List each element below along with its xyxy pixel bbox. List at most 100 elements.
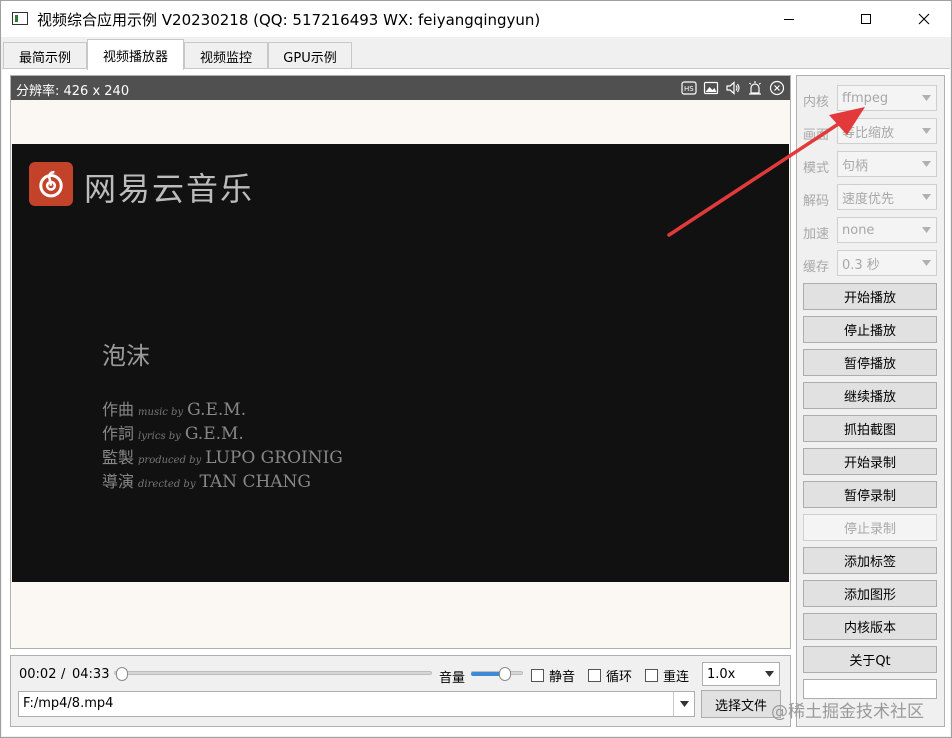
volume-slider-handle[interactable] bbox=[499, 667, 511, 681]
setting-label-cache: 缓存 bbox=[803, 260, 830, 275]
credit-line: 導演 directed by TAN CHANG bbox=[102, 468, 311, 492]
status-box bbox=[803, 679, 937, 699]
loop-checkbox[interactable]: 循环 bbox=[588, 666, 632, 685]
close-video-icon[interactable] bbox=[768, 79, 786, 97]
add-graphic-button[interactable]: 添加图形 bbox=[803, 580, 937, 607]
tab-bar: 最简示例 视频播放器 视频监控 GPU示例 bbox=[1, 38, 951, 70]
app-icon bbox=[12, 12, 28, 25]
maximize-button[interactable] bbox=[843, 1, 889, 37]
display-select[interactable]: 等比缩放 bbox=[837, 118, 937, 144]
accel-value: none bbox=[842, 222, 875, 238]
svg-text:HS: HS bbox=[684, 85, 694, 93]
credit-role: 導演 bbox=[102, 472, 135, 491]
chevron-down-icon bbox=[918, 251, 934, 275]
core-value: ffmpeg bbox=[842, 90, 889, 106]
cache-value: 0.3 秒 bbox=[842, 257, 880, 273]
chevron-down-icon bbox=[918, 218, 934, 242]
mode-value: 句柄 bbox=[842, 158, 869, 174]
pause-record-button[interactable]: 暂停录制 bbox=[803, 481, 937, 508]
mode-select[interactable]: 句柄 bbox=[837, 151, 937, 177]
credit-role: 監製 bbox=[102, 448, 135, 467]
credit-name: G.E.M. bbox=[187, 400, 247, 420]
start-record-button[interactable]: 开始录制 bbox=[803, 448, 937, 475]
close-window-button[interactable] bbox=[901, 1, 947, 37]
current-time: 00:02 bbox=[19, 667, 57, 682]
stop-play-button[interactable]: 停止播放 bbox=[803, 316, 937, 343]
credit-role: 作詞 bbox=[102, 424, 135, 443]
setting-label-core: 内核 bbox=[803, 95, 830, 110]
about-qt-button[interactable]: 关于Qt bbox=[803, 646, 937, 673]
credit-tag: lyrics by bbox=[138, 431, 181, 442]
chevron-down-icon bbox=[759, 663, 779, 685]
speed-value: 1.0x bbox=[707, 666, 736, 682]
tab-video-player[interactable]: 视频播放器 bbox=[87, 39, 184, 70]
progress-slider[interactable] bbox=[114, 664, 432, 684]
start-play-button[interactable]: 开始播放 bbox=[803, 283, 937, 310]
minimize-icon bbox=[784, 19, 794, 20]
cache-select[interactable]: 0.3 秒 bbox=[837, 250, 937, 276]
volume-slider[interactable] bbox=[471, 664, 523, 684]
display-value: 等比缩放 bbox=[842, 125, 895, 141]
setting-label-accel: 加速 bbox=[803, 227, 830, 242]
main-window: 视频综合应用示例 V20230218 (QQ: 517216493 WX: fe… bbox=[0, 0, 952, 738]
pause-play-button[interactable]: 暂停播放 bbox=[803, 349, 937, 376]
video-player-page: 分辨率: 426 x 240 HS 网易云音乐 泡沫 作曲 music by G… bbox=[2, 68, 950, 736]
mute-checkbox[interactable]: 静音 bbox=[531, 666, 575, 685]
video-frame-image: 网易云音乐 泡沫 作曲 music by G.E.M. 作詞 lyrics by G.E… bbox=[12, 144, 789, 582]
time-separator: / bbox=[61, 667, 66, 682]
hardware-decode-icon[interactable]: HS bbox=[680, 79, 698, 97]
core-version-button[interactable]: 内核版本 bbox=[803, 613, 937, 640]
speed-select[interactable]: 1.0x bbox=[702, 662, 780, 686]
chevron-down-icon bbox=[918, 152, 934, 176]
add-label-button[interactable]: 添加标签 bbox=[803, 547, 937, 574]
title-bar: 视频综合应用示例 V20230218 (QQ: 517216493 WX: fe… bbox=[1, 1, 951, 37]
credit-tag: produced by bbox=[138, 455, 202, 466]
chevron-down-icon bbox=[918, 185, 934, 209]
stop-record-button[interactable]: 停止录制 bbox=[803, 514, 937, 541]
setting-label-mode: 模式 bbox=[803, 161, 830, 176]
reconnect-label: 重连 bbox=[663, 670, 690, 685]
logo-text: 网易云音乐 bbox=[84, 170, 255, 208]
decode-value: 速度优先 bbox=[842, 191, 895, 207]
tab-simple-example[interactable]: 最简示例 bbox=[3, 42, 87, 69]
choose-file-button[interactable]: 选择文件 bbox=[701, 690, 781, 718]
video-widget[interactable]: 分辨率: 426 x 240 HS 网易云音乐 泡沫 作曲 music by G… bbox=[10, 75, 791, 649]
accel-select[interactable]: none bbox=[837, 217, 937, 243]
resume-play-button[interactable]: 继续播放 bbox=[803, 382, 937, 409]
playback-controls: 00:02 / 04:33 音量 静音 循环 重连 1.0x F:/mp4/8.… bbox=[10, 655, 791, 727]
credit-name: G.E.M. bbox=[184, 424, 244, 444]
chevron-down-icon bbox=[918, 119, 934, 143]
maximize-icon bbox=[861, 14, 871, 24]
reconnect-checkbox[interactable]: 重连 bbox=[645, 666, 689, 685]
file-path-value[interactable]: F:/mp4/8.mp4 bbox=[23, 696, 113, 711]
credit-line: 監製 produced by LUPO GROINIG bbox=[102, 444, 343, 468]
credit-name: TAN CHANG bbox=[199, 472, 312, 492]
loop-label: 循环 bbox=[606, 670, 633, 685]
credit-name: LUPO GROINIG bbox=[205, 448, 343, 468]
setting-label-display: 画面 bbox=[803, 128, 830, 143]
reconnect-checkbox-box[interactable] bbox=[645, 669, 658, 682]
video-header-bar: 分辨率: 426 x 240 HS bbox=[11, 76, 790, 100]
netease-music-logo bbox=[29, 162, 73, 206]
minimize-button[interactable] bbox=[766, 1, 812, 37]
volume-icon[interactable] bbox=[724, 79, 742, 97]
snapshot-button[interactable]: 抓拍截图 bbox=[803, 415, 937, 442]
snapshot-icon[interactable] bbox=[702, 79, 720, 97]
loop-checkbox-box[interactable] bbox=[588, 669, 601, 682]
chevron-down-icon[interactable] bbox=[674, 692, 694, 716]
tab-video-monitor[interactable]: 视频监控 bbox=[184, 42, 268, 69]
core-select[interactable]: ffmpeg bbox=[837, 85, 937, 111]
credit-line: 作詞 lyrics by G.E.M. bbox=[102, 420, 244, 444]
window-title: 视频综合应用示例 V20230218 (QQ: 517216493 WX: fe… bbox=[37, 11, 541, 29]
setting-label-decode: 解码 bbox=[803, 194, 830, 209]
file-path-combo[interactable]: F:/mp4/8.mp4 bbox=[18, 691, 695, 717]
progress-slider-handle[interactable] bbox=[116, 667, 128, 681]
mute-checkbox-box[interactable] bbox=[531, 669, 544, 682]
alarm-icon[interactable] bbox=[746, 79, 764, 97]
tab-gpu-example[interactable]: GPU示例 bbox=[268, 42, 352, 69]
credit-tag: directed by bbox=[138, 479, 196, 490]
credit-tag: music by bbox=[138, 407, 184, 418]
decode-select[interactable]: 速度优先 bbox=[837, 184, 937, 210]
song-title: 泡沫 bbox=[102, 342, 150, 370]
credit-line: 作曲 music by G.E.M. bbox=[102, 396, 246, 420]
